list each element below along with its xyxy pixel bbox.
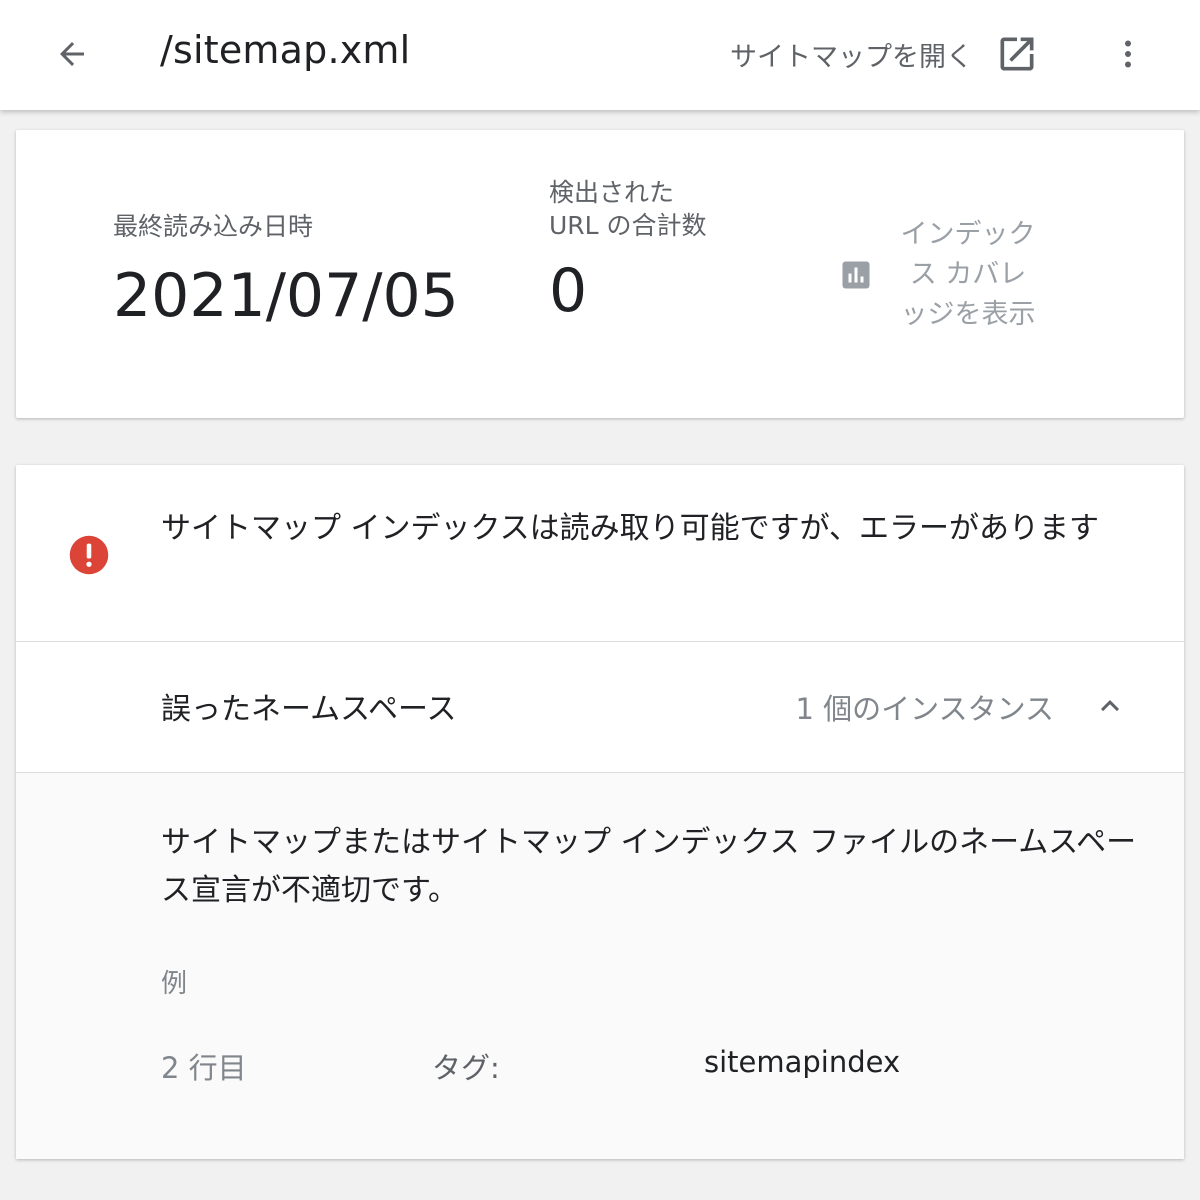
open-sitemap-label: サイトマップを開く [730, 41, 973, 73]
summary-card: 最終読み込み日時 2021/07/05 検出された URL の合計数 0 インデ… [16, 130, 1184, 418]
issue-instance-count: 1 個のインスタンス [795, 692, 1054, 726]
top-app-bar: /sitemap.xml サイトマップを開く [0, 0, 1200, 110]
page-title: /sitemap.xml [160, 28, 411, 72]
error-icon [69, 535, 109, 575]
open-sitemap-button[interactable]: サイトマップを開く [730, 24, 1039, 84]
issue-detail-panel: サイトマップまたはサイトマップ インデックス ファイルのネームスペース宣言が不適… [16, 773, 1184, 1159]
discovered-urls-summary: 検出された URL の合計数 0 [549, 176, 709, 326]
example-label: 例 [161, 969, 188, 999]
discovered-urls-value: 0 [549, 256, 588, 326]
example-line-number: 2 行目 [161, 1051, 247, 1085]
more-vert-icon [1125, 40, 1131, 68]
back-button[interactable] [42, 24, 102, 84]
issue-row-incorrect-namespace[interactable]: 誤ったネームスペース 1 個のインスタンス [16, 642, 1184, 773]
error-card: サイトマップ インデックスは読み取り可能ですが、エラーがあります 誤ったネームス… [16, 465, 1184, 1159]
discovered-urls-label: 検出された URL の合計数 [549, 178, 707, 240]
last-read-summary: 最終読み込み日時 2021/07/05 [113, 210, 459, 331]
view-index-coverage-button[interactable]: インデックス カバレッジを表示 [838, 190, 1038, 360]
issue-description: サイトマップまたはサイトマップ インデックス ファイルのネームスペース宣言が不適… [161, 825, 1137, 908]
chevron-up-icon[interactable] [1092, 688, 1128, 724]
issue-name: 誤ったネームスペース [161, 692, 457, 727]
view-index-coverage-label: インデックス カバレッジを表示 [900, 219, 1036, 330]
example-tag-label: タグ: [432, 1051, 500, 1085]
bar-chart-icon [842, 261, 870, 289]
last-read-label: 最終読み込み日時 [113, 212, 314, 241]
arrow-back-icon [60, 42, 84, 66]
example-row: 2 行目 タグ: sitemapindex [16, 1045, 1184, 1085]
more-options-button[interactable] [1098, 24, 1158, 84]
error-title: サイトマップ インデックスは読み取り可能ですが、エラーがあります [161, 511, 1100, 546]
open-in-new-icon [1000, 37, 1034, 71]
last-read-value: 2021/07/05 [113, 261, 459, 331]
example-tag-value: sitemapindex [704, 1045, 901, 1079]
error-header: サイトマップ インデックスは読み取り可能ですが、エラーがあります [16, 465, 1184, 642]
